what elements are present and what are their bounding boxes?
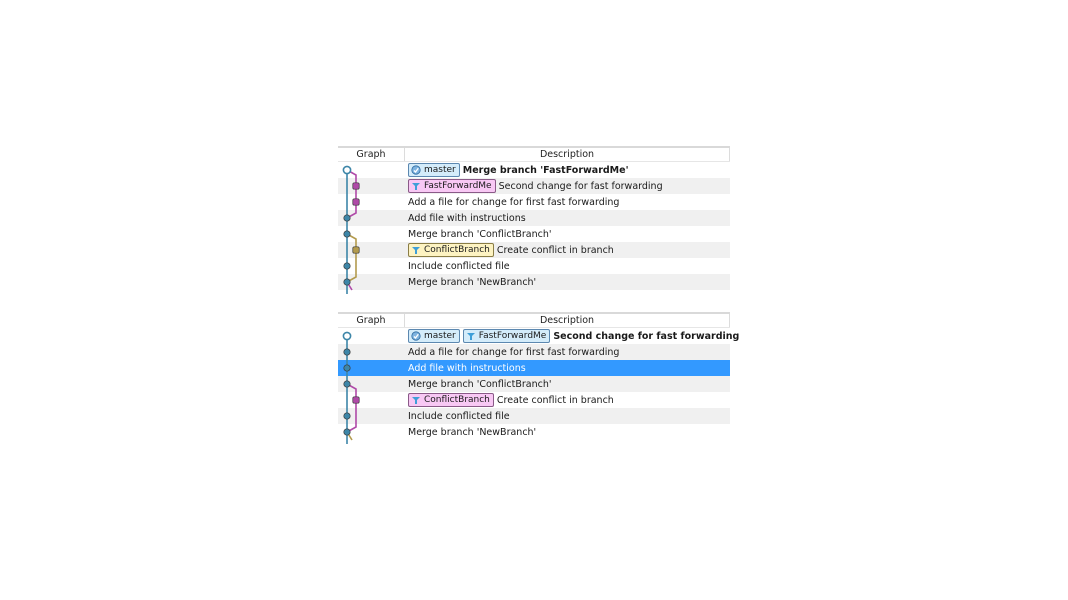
graph-cell <box>338 226 404 242</box>
description-cell: Merge branch 'NewBranch' <box>404 277 730 288</box>
branch-label-badge[interactable]: ConflictBranch <box>408 393 494 407</box>
commit-message: Add a file for change for first fast for… <box>408 196 620 208</box>
commit-message: Add file with instructions <box>408 362 526 374</box>
branch-icon <box>411 395 421 405</box>
description-cell: Add file with instructions <box>404 363 730 374</box>
branch-head-icon <box>411 165 421 175</box>
branch-label-text: ConflictBranch <box>424 395 490 405</box>
column-header-row: Graph Description <box>338 312 730 328</box>
commit-row[interactable]: ConflictBranch Create conflict in branch <box>338 392 730 408</box>
graph-cell <box>338 194 404 210</box>
commit-message: Include conflicted file <box>408 410 510 422</box>
description-cell: Include conflicted file <box>404 261 730 272</box>
commit-row[interactable]: Include conflicted file <box>338 408 730 424</box>
branch-label-badge[interactable]: FastForwardMe <box>462 329 551 343</box>
description-column-header[interactable]: Description <box>405 314 730 327</box>
commit-row[interactable]: Merge branch 'NewBranch' <box>338 274 730 290</box>
commit-list: master Merge branch 'FastForwardMe' FastFo… <box>338 162 730 294</box>
commit-list: master FastForwardMe Second change for fas… <box>338 328 739 444</box>
graph-cell <box>338 274 404 290</box>
branch-label-badge[interactable]: ConflictBranch <box>408 243 494 257</box>
commit-message: Add file with instructions <box>408 212 526 224</box>
branch-icon <box>411 181 421 191</box>
commit-row[interactable]: FastForwardMe Second change for fast forw… <box>338 178 730 194</box>
graph-cell <box>338 424 404 440</box>
commit-row[interactable]: master FastForwardMe Second change for fas… <box>338 328 739 344</box>
description-cell: master FastForwardMe Second change for fas… <box>404 329 739 343</box>
graph-cell <box>338 408 404 424</box>
branch-label-badge[interactable]: master <box>408 329 460 343</box>
commit-row[interactable]: Add a file for change for first fast for… <box>338 194 730 210</box>
graph-cell <box>338 344 404 360</box>
description-cell: Merge branch 'ConflictBranch' <box>404 229 730 240</box>
commit-message: Create conflict in branch <box>496 394 614 406</box>
commit-row[interactable]: Merge branch 'ConflictBranch' <box>338 226 730 242</box>
branch-label-text: master <box>424 331 456 341</box>
branch-head-icon <box>411 331 421 341</box>
graph-cell <box>338 392 404 408</box>
commit-row[interactable]: Add file with instructions <box>338 210 730 226</box>
branch-label-text: master <box>424 165 456 175</box>
graph-cell <box>338 162 404 178</box>
branch-label-text: ConflictBranch <box>424 245 490 255</box>
graph-cell <box>338 376 404 392</box>
commit-message: Create conflict in branch <box>496 244 614 256</box>
graph-cell <box>338 210 404 226</box>
commit-message: Merge branch 'NewBranch' <box>408 426 537 438</box>
branch-label-text: FastForwardMe <box>424 181 492 191</box>
branch-icon <box>466 331 476 341</box>
graph-cell <box>338 258 404 274</box>
description-cell: ConflictBranch Create conflict in branch <box>404 243 730 257</box>
description-cell: Include conflicted file <box>404 411 730 422</box>
graph-column-header[interactable]: Graph <box>338 314 405 327</box>
commit-row[interactable]: Add a file for change for first fast for… <box>338 344 730 360</box>
commit-message: Merge branch 'FastForwardMe' <box>462 164 629 176</box>
commit-row[interactable]: master Merge branch 'FastForwardMe' <box>338 162 730 178</box>
description-cell: ConflictBranch Create conflict in branch <box>404 393 730 407</box>
description-cell: FastForwardMe Second change for fast forw… <box>404 179 730 193</box>
commit-row[interactable]: Include conflicted file <box>338 258 730 274</box>
commit-row[interactable]: Add file with instructions <box>338 360 730 376</box>
branch-icon <box>411 245 421 255</box>
commit-log-panel-after: Graph Description master FastForwardMe Sec… <box>338 312 739 444</box>
graph-cell <box>338 242 404 258</box>
commit-row[interactable]: ConflictBranch Create conflict in branch <box>338 242 730 258</box>
commit-message: Second change for fast forwarding <box>553 330 740 342</box>
commit-message: Merge branch 'NewBranch' <box>408 276 537 288</box>
commit-message: Merge branch 'ConflictBranch' <box>408 378 552 390</box>
commit-row[interactable]: Merge branch 'ConflictBranch' <box>338 376 730 392</box>
description-cell: Add a file for change for first fast for… <box>404 197 730 208</box>
branch-label-badge[interactable]: master <box>408 163 460 177</box>
commit-log-panel-before: Graph Description master Merge branch 'Fa… <box>338 146 730 294</box>
description-cell: Merge branch 'NewBranch' <box>404 427 730 438</box>
description-cell: master Merge branch 'FastForwardMe' <box>404 163 730 177</box>
description-cell: Add file with instructions <box>404 213 730 224</box>
description-column-header[interactable]: Description <box>405 148 730 161</box>
graph-cell <box>338 328 404 344</box>
description-cell: Merge branch 'ConflictBranch' <box>404 379 730 390</box>
commit-message: Include conflicted file <box>408 260 510 272</box>
commit-message: Add a file for change for first fast for… <box>408 346 620 358</box>
commit-message: Second change for fast forwarding <box>498 180 663 192</box>
description-cell: Add a file for change for first fast for… <box>404 347 730 358</box>
graph-cell <box>338 178 404 194</box>
commit-message: Merge branch 'ConflictBranch' <box>408 228 552 240</box>
branch-label-text: FastForwardMe <box>478 331 547 341</box>
graph-column-header[interactable]: Graph <box>338 148 405 161</box>
commit-row[interactable]: Merge branch 'NewBranch' <box>338 424 730 440</box>
branch-label-badge[interactable]: FastForwardMe <box>408 179 496 193</box>
column-header-row: Graph Description <box>338 146 730 162</box>
graph-cell <box>338 360 404 376</box>
